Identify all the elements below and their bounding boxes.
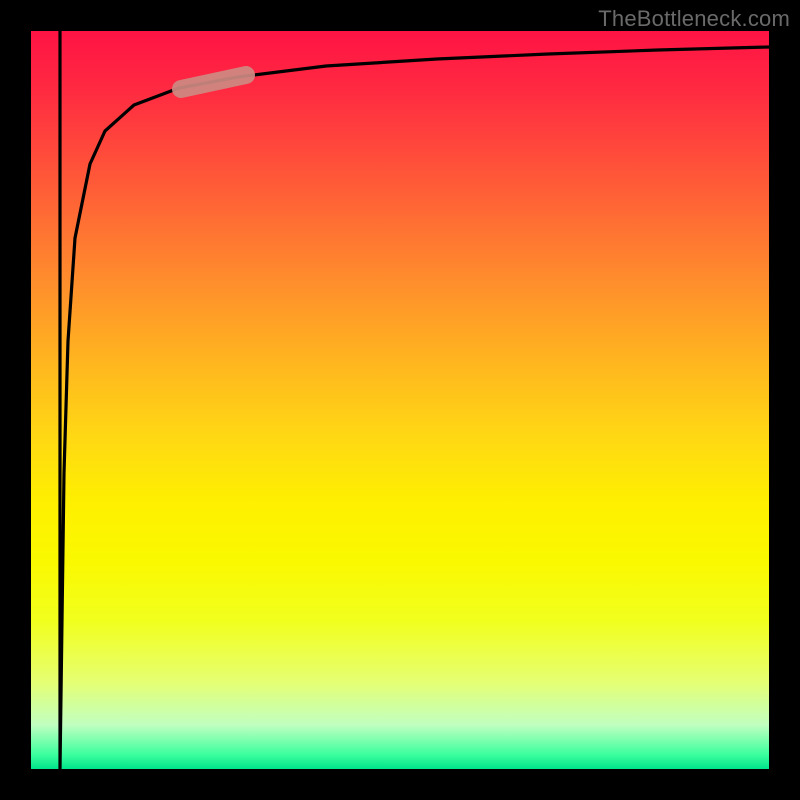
watermark-text: TheBottleneck.com: [598, 6, 790, 32]
curve-path: [60, 31, 769, 769]
chart-svg: [31, 31, 769, 769]
chart-root: TheBottleneck.com: [0, 0, 800, 800]
highlight-pill: [181, 75, 246, 89]
